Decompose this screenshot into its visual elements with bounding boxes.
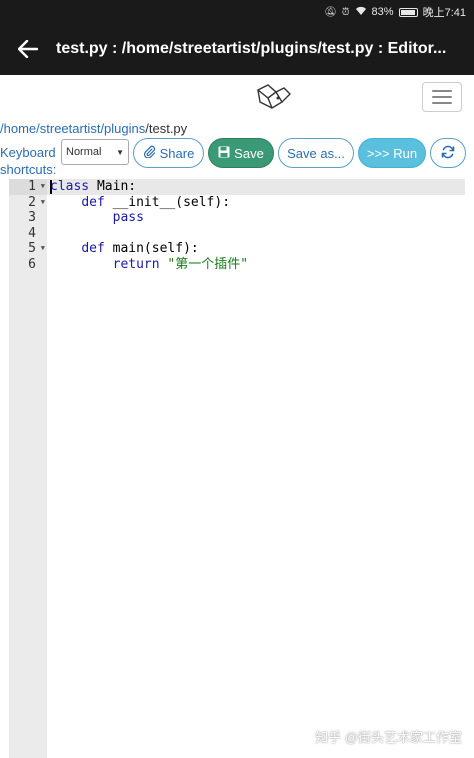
fold-arrow-icon[interactable]: ▼ — [41, 241, 45, 257]
back-arrow-icon[interactable] — [0, 22, 56, 75]
status-bar: 🔕︎ ⏰︎ 83% 晚上7:41 — [0, 0, 474, 22]
battery-percent: 83% — [371, 6, 394, 18]
line-number: 4 — [28, 225, 36, 241]
line-number: 1 ▼ — [9, 179, 47, 195]
line-number: 5 ▼ — [28, 241, 45, 257]
menu-toggle-button[interactable] — [422, 82, 462, 112]
breadcrumb: /home/streetartist/plugins/test.py — [0, 121, 187, 136]
code-line[interactable]: class Main: — [47, 179, 465, 195]
hamburger-line — [432, 96, 452, 98]
app-bar: test.py : /home/streetartist/plugins/tes… — [0, 22, 474, 75]
refresh-icon — [441, 145, 455, 162]
alarm-icon: ⏰︎ — [341, 6, 350, 18]
breadcrumb-file: /test.py — [145, 121, 188, 136]
code-line[interactable] — [47, 226, 465, 242]
text-cursor — [50, 180, 52, 194]
run-button[interactable]: >>> Run — [358, 138, 426, 168]
save-button[interactable]: Save — [208, 138, 274, 168]
line-number: 3 — [28, 210, 36, 225]
refresh-button[interactable] — [430, 138, 466, 168]
save-label: Save — [234, 145, 264, 161]
site-logo-icon[interactable] — [254, 82, 294, 112]
run-label: >>> Run — [366, 145, 418, 161]
save-as-label: Save as... — [287, 145, 345, 161]
watermark: 知乎 @街头艺术家工作室 — [315, 730, 462, 745]
breadcrumb-home[interactable]: /home — [0, 121, 36, 136]
line-number: 2 ▼ — [28, 194, 45, 211]
code-line[interactable]: return "第一个插件" — [47, 257, 465, 273]
code-line[interactable]: def __init__(self): — [47, 195, 465, 211]
breadcrumb-streetartist[interactable]: /streetartist — [36, 121, 100, 136]
battery-icon — [398, 7, 418, 17]
line-number: 6 — [28, 256, 36, 272]
paperclip-icon — [143, 145, 156, 161]
code-line[interactable]: pass — [47, 210, 465, 226]
wifi-icon — [355, 6, 367, 19]
save-as-button[interactable]: Save as... — [278, 138, 354, 168]
breadcrumb-plugins[interactable]: /plugins — [100, 121, 145, 136]
fold-arrow-icon[interactable]: ▼ — [41, 195, 45, 211]
status-icons: 🔕︎ ⏰︎ 83% 晚上7:41 — [324, 4, 466, 20]
keybinding-mode-select[interactable]: Normal ▼ — [61, 139, 129, 165]
status-time: 晚上7:41 — [422, 7, 466, 19]
code-editor[interactable]: 1 ▼ 2 ▼ 3 4 5 ▼ 6 class Main: def __init__(… — [9, 179, 465, 758]
code-area[interactable]: class Main: def __init__(self): pass def… — [47, 179, 465, 272]
floppy-disk-icon — [218, 146, 230, 161]
hamburger-line — [432, 90, 452, 92]
app-title: test.py : /home/streetartist/plugins/tes… — [56, 39, 447, 57]
hamburger-line — [432, 102, 452, 104]
keyboard-shortcuts-link[interactable]: Keyboard shortcuts: — [0, 144, 60, 178]
mode-select-value: Normal — [66, 146, 102, 158]
share-label: Share — [159, 145, 195, 161]
fold-arrow-icon[interactable]: ▼ — [41, 179, 45, 195]
caret-down-icon: ▼ — [116, 147, 124, 157]
line-number-gutter: 1 ▼ 2 ▼ 3 4 5 ▼ 6 — [9, 179, 47, 758]
code-line[interactable]: def main(self): — [47, 241, 465, 257]
mute-icon: 🔕︎ — [324, 6, 337, 18]
share-button[interactable]: Share — [133, 138, 204, 168]
